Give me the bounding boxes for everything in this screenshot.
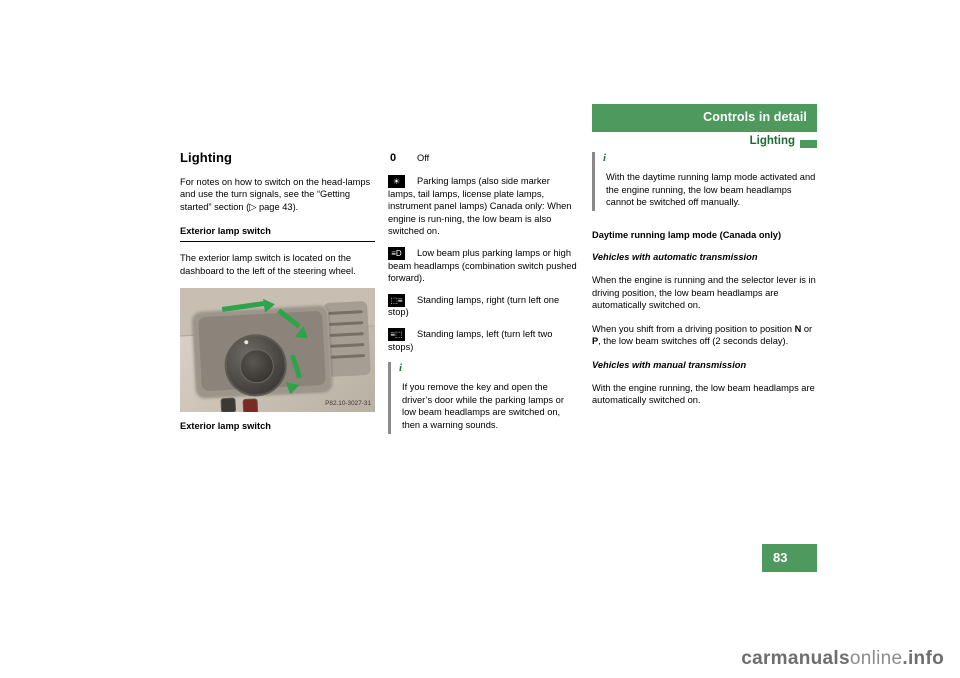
switch-panel xyxy=(191,304,333,413)
symbol-off-text: Off xyxy=(417,153,430,163)
info-icon: i xyxy=(399,362,403,375)
para-part-a: When you shift from a driving position t… xyxy=(592,323,795,334)
watermark-suffix: .info xyxy=(902,648,944,669)
note-box-key-warning: i If you remove the key and open the dri… xyxy=(388,362,578,434)
standing-lamp-right-icon: ⬚≡ xyxy=(388,293,405,307)
page-number: 83 xyxy=(773,550,788,565)
standing-lamp-right-text: Standing lamps, right (turn left one sto… xyxy=(388,294,560,318)
exterior-lamp-switch-heading: Exterior lamp switch xyxy=(180,225,375,242)
sub-header: Lighting xyxy=(592,134,817,152)
subheader-rule xyxy=(800,140,817,148)
watermark-prefix: carmanuals xyxy=(741,648,850,669)
rear-fog-lamp-button xyxy=(220,397,237,413)
manual-transmission-paragraph: With the engine running, the low beam he… xyxy=(592,382,815,406)
exterior-lamp-switch-photo: P82.10-3027-31 xyxy=(180,288,375,413)
watermark-mid: online xyxy=(849,648,903,669)
lamp-switch-position-list: 0 Off ☀ Parking lamps (also side marker … xyxy=(388,152,578,353)
figure-caption: Exterior lamp switch xyxy=(180,421,271,432)
note-text: If you remove the key and open the drive… xyxy=(402,382,564,430)
low-beam-text: Low beam plus parking lamps or high beam… xyxy=(388,247,577,284)
figure-code: P82.10-3027-31 xyxy=(325,399,371,407)
exterior-lamp-switch-paragraph: The exterior lamp switch is located on t… xyxy=(180,252,356,276)
note-text: With the daytime running lamp mode activ… xyxy=(606,172,816,208)
lighting-heading: Lighting xyxy=(180,150,233,165)
automatic-transmission-paragraph-2: When you shift from a driving position t… xyxy=(592,323,817,348)
list-item: ☀ Parking lamps (also side marker lamps,… xyxy=(388,175,578,238)
standing-lamp-left-icon: ≡⬚ xyxy=(388,327,405,341)
parking-lamp-text: Parking lamps (also side marker lamps, t… xyxy=(388,176,572,237)
vent-slat xyxy=(328,310,363,316)
hazard-warning-button xyxy=(242,398,259,413)
list-item: ≡⬚ Standing lamps, left (turn left two s… xyxy=(388,327,578,353)
note-box-daytime-running: i With the daytime running lamp mode act… xyxy=(592,152,817,211)
rotary-knob-center xyxy=(238,347,276,386)
info-icon: i xyxy=(603,152,607,164)
para-part-c: , the low beam switches off (2 seconds d… xyxy=(598,336,789,347)
page-number-badge: 83 xyxy=(762,544,817,572)
column-right: i With the daytime running lamp mode act… xyxy=(592,152,817,418)
vent-slat xyxy=(330,354,365,360)
intro-paragraph: For notes on how to switch on the head-l… xyxy=(180,176,371,212)
vent-slat xyxy=(329,332,364,338)
column-middle: 0 Off ☀ Parking lamps (also side marker … xyxy=(388,152,578,434)
list-item: 0 Off xyxy=(388,152,578,166)
parking-lamp-icon: ☀ xyxy=(388,175,405,188)
list-item: ⬚≡ Standing lamps, right (turn left one … xyxy=(388,293,578,319)
para-part-b: or xyxy=(801,323,813,334)
section-subtitle: Lighting xyxy=(749,135,795,147)
list-item: ≡D Low beam plus parking lamps or high b… xyxy=(388,246,578,285)
header-green-bar: Controls in detail xyxy=(592,104,817,132)
automatic-transmission-paragraph-1: When the engine is running and the selec… xyxy=(592,274,816,311)
manual-transmission-heading: Vehicles with manual transmission xyxy=(592,359,747,370)
knob-indicator-dot xyxy=(244,340,249,345)
watermark: carmanualsonline.info xyxy=(741,648,944,670)
symbol-off-icon: 0 xyxy=(390,152,397,164)
daytime-running-heading: Daytime running lamp mode (Canada only) xyxy=(592,229,782,240)
low-beam-icon: ≡D xyxy=(388,246,405,260)
vent-slat xyxy=(330,343,365,349)
standing-lamp-left-text: Standing lamps, left (turn left two stop… xyxy=(388,328,553,352)
vent-slat xyxy=(329,321,364,327)
automatic-transmission-heading: Vehicles with automatic transmission xyxy=(592,252,758,263)
annotation-arrow-head xyxy=(263,297,276,313)
page-title: Controls in detail xyxy=(703,110,807,124)
column-left: Lighting For notes on how to switch on t… xyxy=(180,150,375,444)
